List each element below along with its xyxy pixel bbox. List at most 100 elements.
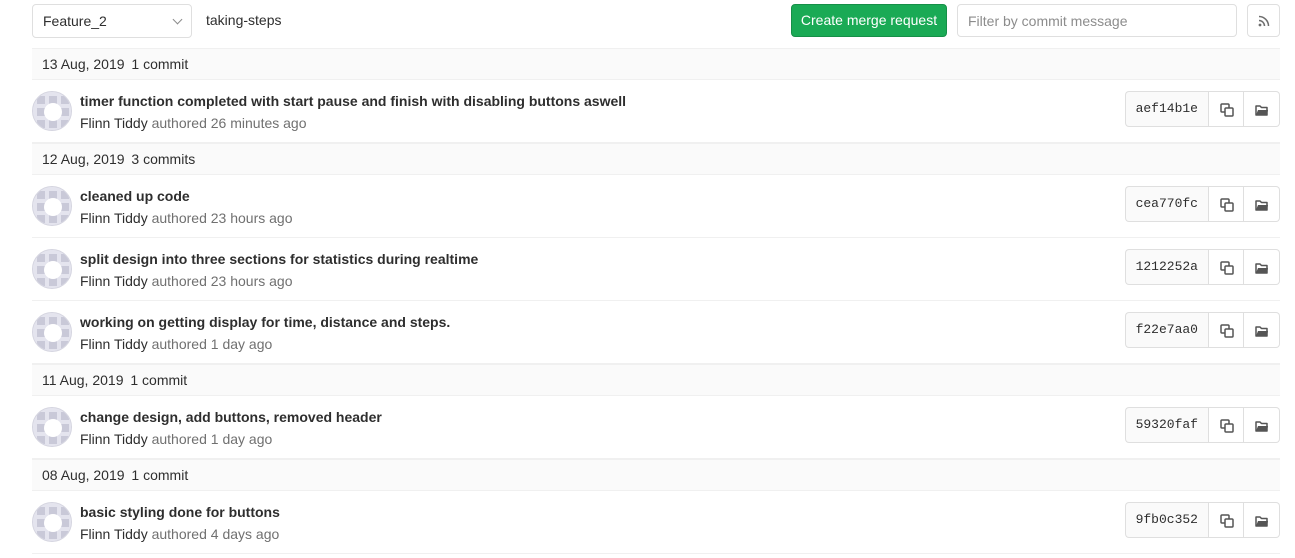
rss-feed-button[interactable] [1247,4,1280,37]
copy-sha-button[interactable] [1208,249,1244,285]
avatar[interactable] [32,91,72,131]
commit-meta: Flinn Tiddy authored 1 day ago [80,431,272,447]
commit-day-count: 1 commit [131,56,189,72]
commit-sha-link[interactable]: 59320faf [1124,407,1208,443]
commit-author[interactable]: Flinn Tiddy [80,273,148,289]
commit-day-date: 11 Aug, 2019 [42,372,124,388]
avatar[interactable] [32,249,72,289]
commit-sha-link[interactable]: aef14b1e [1124,91,1208,127]
commit-author[interactable]: Flinn Tiddy [80,336,148,352]
identicon-avatar [33,503,71,541]
branch-dropdown[interactable]: Feature_2 [32,4,192,38]
commit-verb: authored [151,115,207,131]
commit-title[interactable]: cleaned up code [80,188,190,204]
create-merge-request-button[interactable]: Create merge request [791,4,947,37]
commit-day-count: 3 commits [131,151,196,167]
commit-meta: Flinn Tiddy authored 4 days ago [80,526,279,542]
commit-filter-input[interactable] [957,4,1237,37]
commit-day-count: 1 commit [131,467,189,483]
copy-icon [1220,198,1234,212]
browse-files-button[interactable] [1244,502,1280,538]
commit-title[interactable]: split design into three sections for sta… [80,251,478,267]
browse-files-button[interactable] [1244,186,1280,222]
folder-open-icon [1255,421,1268,432]
folder-open-icon [1255,516,1268,527]
folder-open-icon [1255,200,1268,211]
copy-sha-button[interactable] [1208,407,1244,443]
identicon-avatar [33,408,71,446]
commit-verb: authored [151,336,207,352]
avatar[interactable] [32,407,72,447]
commit-day-date: 12 Aug, 2019 [42,151,125,167]
commit-day-date: 08 Aug, 2019 [42,467,125,483]
commits-toolbar: Feature_2 taking-steps Create merge requ… [32,0,1280,48]
branch-dropdown-label: Feature_2 [43,13,107,29]
copy-sha-button[interactable] [1208,502,1244,538]
browse-files-button[interactable] [1244,249,1280,285]
avatar[interactable] [32,502,72,542]
commit-time: 4 days ago [210,526,280,542]
commit-author[interactable]: Flinn Tiddy [80,526,148,542]
copy-icon [1220,514,1234,528]
commit-sha-link[interactable]: f22e7aa0 [1124,312,1208,348]
commit-day-header: 13 Aug, 2019 1 commit [32,48,1280,80]
commit-sha-link[interactable]: 1212252a [1124,249,1208,285]
commit-sha-link[interactable]: cea770fc [1124,186,1208,222]
identicon-avatar [33,250,71,288]
commit-day-count: 1 commit [130,372,188,388]
commit-time: 23 hours ago [210,273,293,289]
browse-files-button[interactable] [1244,312,1280,348]
commit-day-date: 13 Aug, 2019 [42,56,125,72]
avatar[interactable] [32,186,72,226]
commit-time: 26 minutes ago [210,115,307,131]
commit-row: working on getting display for time, dis… [32,301,1280,364]
copy-icon [1220,261,1234,275]
commit-meta: Flinn Tiddy authored 23 hours ago [80,273,293,289]
identicon-avatar [33,313,71,351]
avatar[interactable] [32,312,72,352]
commit-title[interactable]: working on getting display for time, dis… [80,314,450,330]
commit-time: 23 hours ago [210,210,293,226]
commit-sha-group: 1212252a [1124,249,1280,285]
commit-meta: Flinn Tiddy authored 1 day ago [80,336,272,352]
commit-time: 1 day ago [210,336,273,352]
commit-sha-group: aef14b1e [1124,91,1280,127]
browse-files-button[interactable] [1244,407,1280,443]
commit-row: basic styling done for buttons Flinn Tid… [32,491,1280,554]
copy-sha-button[interactable] [1208,312,1244,348]
commit-row: cleaned up code Flinn Tiddy authored 23 … [32,175,1280,238]
rss-icon [1258,15,1270,27]
folder-open-icon [1255,105,1268,116]
copy-icon [1220,103,1234,117]
commit-sha-group: 9fb0c352 [1124,502,1280,538]
commit-verb: authored [151,273,207,289]
commit-row: timer function completed with start paus… [32,80,1280,143]
commit-title[interactable]: change design, add buttons, removed head… [80,409,382,425]
commit-author[interactable]: Flinn Tiddy [80,431,148,447]
commit-day-header: 08 Aug, 2019 1 commit [32,459,1280,491]
copy-sha-button[interactable] [1208,91,1244,127]
folder-open-icon [1255,263,1268,274]
identicon-avatar [33,92,71,130]
commit-sha-link[interactable]: 9fb0c352 [1124,502,1208,538]
identicon-avatar [33,187,71,225]
commit-meta: Flinn Tiddy authored 26 minutes ago [80,115,307,131]
copy-icon [1220,324,1234,338]
commit-verb: authored [151,526,207,542]
chevron-down-icon [172,14,183,25]
commit-sha-group: 59320faf [1124,407,1280,443]
copy-icon [1220,419,1234,433]
commit-author[interactable]: Flinn Tiddy [80,115,148,131]
commit-author[interactable]: Flinn Tiddy [80,210,148,226]
commit-title[interactable]: timer function completed with start paus… [80,93,626,109]
commit-sha-group: cea770fc [1124,186,1280,222]
browse-files-button[interactable] [1244,91,1280,127]
folder-open-icon [1255,326,1268,337]
commit-verb: authored [151,210,207,226]
commit-list: 13 Aug, 2019 1 commit timer function com… [32,48,1280,554]
commit-title[interactable]: basic styling done for buttons [80,504,280,520]
copy-sha-button[interactable] [1208,186,1244,222]
commit-row: change design, add buttons, removed head… [32,396,1280,459]
commit-sha-group: f22e7aa0 [1124,312,1280,348]
commit-time: 1 day ago [210,431,273,447]
